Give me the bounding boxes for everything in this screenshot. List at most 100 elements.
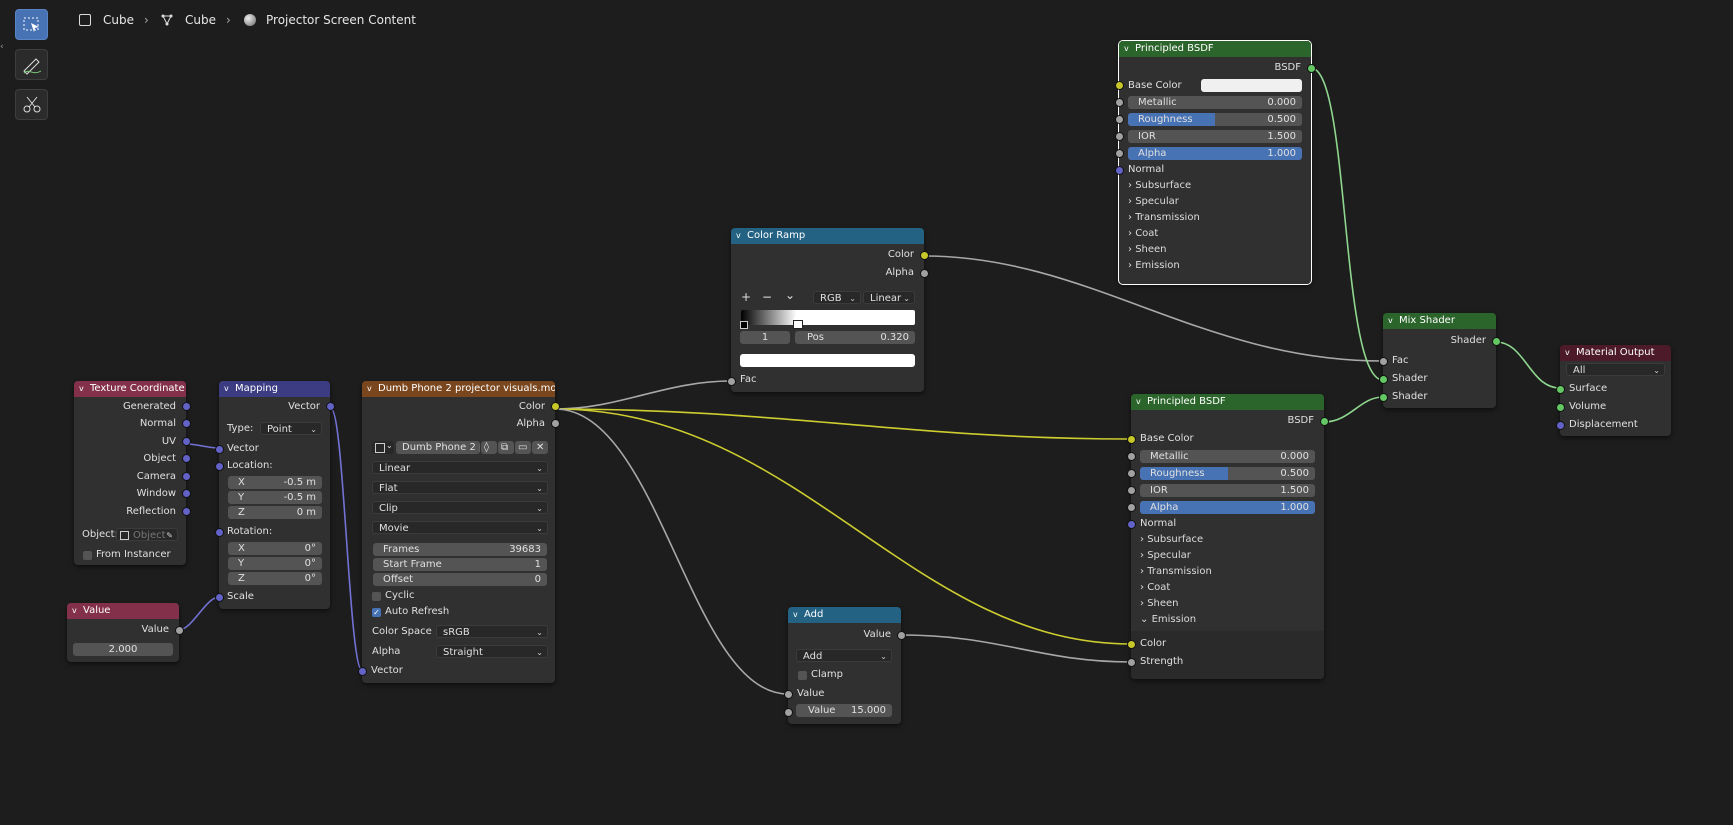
- texture-coordinate-node[interactable]: v Texture Coordinate Generated Normal UV …: [74, 381, 191, 565]
- ior-field[interactable]: IOR 1.500: [1140, 484, 1315, 497]
- output-socket[interactable]: [1492, 337, 1501, 346]
- panel-emission[interactable]: ⌄ Emission: [1140, 614, 1196, 625]
- output-socket[interactable]: [920, 269, 929, 278]
- output-socket[interactable]: [182, 402, 191, 411]
- chevron-down-icon[interactable]: v: [793, 607, 798, 623]
- chevron-down-icon[interactable]: v: [1136, 394, 1141, 410]
- breadcrumb-object[interactable]: Cube: [103, 13, 134, 27]
- panel-sheen[interactable]: › Sheen: [1128, 244, 1167, 255]
- color-space-dropdown[interactable]: sRGB ⌄: [436, 625, 548, 638]
- source-dropdown[interactable]: Movie ⌄: [372, 521, 548, 534]
- extension-dropdown[interactable]: Clip ⌄: [372, 501, 548, 514]
- location-y-field[interactable]: Y -0.5 m: [228, 491, 322, 504]
- node-header[interactable]: v Mix Shader: [1383, 313, 1496, 329]
- location-z-field[interactable]: Z 0 m: [228, 506, 322, 519]
- rotation-y-field[interactable]: Y 0°: [228, 557, 322, 570]
- roughness-field[interactable]: Roughness 0.500: [1128, 113, 1302, 126]
- material-output-node[interactable]: v Material Output All ⌄ Surface Volume Dis…: [1556, 345, 1671, 436]
- input-socket[interactable]: [1127, 520, 1136, 529]
- output-socket[interactable]: [175, 626, 184, 635]
- image-name-field[interactable]: Dumb Phone 2 p...: [396, 441, 480, 454]
- ior-field[interactable]: IOR 1.500: [1128, 130, 1302, 143]
- clamp-checkbox[interactable]: [798, 671, 807, 680]
- input-socket[interactable]: [358, 667, 367, 676]
- node-header[interactable]: v Value: [67, 603, 179, 619]
- input-socket[interactable]: [1127, 452, 1136, 461]
- alpha-field[interactable]: Alpha 1.000: [1140, 501, 1315, 514]
- ramp-menu-button[interactable]: ⌄: [785, 288, 795, 302]
- rotation-x-field[interactable]: X 0°: [228, 542, 322, 555]
- color-ramp-node[interactable]: v Color Ramp Color Alpha + − ⌄ RGB ⌄ Linea…: [727, 228, 929, 392]
- offset-field[interactable]: Offset 0: [373, 573, 547, 586]
- chevron-down-icon[interactable]: v: [736, 228, 741, 244]
- fake-user-button[interactable]: ◊: [481, 441, 497, 454]
- output-socket[interactable]: [920, 251, 929, 260]
- chevron-down-icon[interactable]: v: [72, 603, 77, 619]
- color-mode-dropdown[interactable]: RGB ⌄: [813, 291, 861, 304]
- input-socket[interactable]: [1127, 435, 1136, 444]
- panel-specular[interactable]: › Specular: [1140, 550, 1191, 561]
- roughness-field[interactable]: Roughness 0.500: [1140, 467, 1315, 480]
- operation-dropdown[interactable]: Add ⌄: [796, 649, 892, 662]
- ramp-stop-active-handle[interactable]: [793, 320, 803, 329]
- input-socket[interactable]: [215, 445, 224, 454]
- output-socket[interactable]: [182, 454, 191, 463]
- input-socket[interactable]: [1115, 132, 1124, 141]
- eyedropper-icon[interactable]: ✎: [166, 529, 173, 542]
- alpha-mode-dropdown[interactable]: Straight ⌄: [436, 645, 548, 658]
- value-field[interactable]: Value 15.000: [796, 704, 892, 717]
- breadcrumb-mesh[interactable]: Cube: [185, 13, 216, 27]
- projection-dropdown[interactable]: Flat ⌄: [372, 481, 548, 494]
- open-file-button[interactable]: ▭: [515, 441, 531, 454]
- position-field[interactable]: Pos 0.320: [795, 331, 915, 344]
- location-x-field[interactable]: X -0.5 m: [228, 476, 322, 489]
- value-node[interactable]: v Value Value 2.000: [67, 603, 184, 662]
- duplicate-button[interactable]: ⧉: [498, 441, 514, 454]
- annotate-tool[interactable]: [15, 49, 48, 80]
- input-socket[interactable]: [1127, 469, 1136, 478]
- cut-links-tool[interactable]: [15, 89, 48, 120]
- node-header[interactable]: v Dumb Phone 2 projector visuals.mov: [362, 381, 555, 397]
- input-socket[interactable]: [1379, 375, 1388, 384]
- color-ramp-gradient[interactable]: [741, 310, 915, 325]
- image-texture-node[interactable]: v Dumb Phone 2 projector visuals.mov Colo…: [358, 381, 560, 683]
- panel-coat[interactable]: › Coat: [1140, 582, 1170, 593]
- image-browse-button[interactable]: ⌄: [372, 441, 394, 454]
- panel-specular[interactable]: › Specular: [1128, 196, 1179, 207]
- node-header[interactable]: v Material Output: [1560, 345, 1671, 361]
- add-stop-button[interactable]: +: [741, 290, 751, 304]
- output-socket[interactable]: [182, 472, 191, 481]
- input-socket[interactable]: [1379, 393, 1388, 402]
- panel-transmission[interactable]: › Transmission: [1140, 566, 1212, 577]
- frames-field[interactable]: Frames 39683: [373, 543, 547, 556]
- interpolation-dropdown[interactable]: Linear ⌄: [863, 291, 915, 304]
- node-header[interactable]: v Principled BSDF: [1131, 394, 1324, 410]
- principled-bsdf-node-bottom[interactable]: v Principled BSDF BSDF Base Color Metalli…: [1127, 394, 1329, 679]
- input-socket[interactable]: [215, 528, 224, 537]
- input-socket[interactable]: [784, 708, 793, 717]
- node-header[interactable]: v Add: [788, 607, 901, 623]
- input-socket[interactable]: [1127, 640, 1136, 649]
- object-picker[interactable]: Object ✎: [116, 528, 178, 541]
- base-color-swatch[interactable]: [1201, 79, 1302, 92]
- stop-color-swatch[interactable]: [740, 354, 915, 367]
- input-socket[interactable]: [784, 690, 793, 699]
- input-socket[interactable]: [1556, 385, 1565, 394]
- panel-transmission[interactable]: › Transmission: [1128, 212, 1200, 223]
- output-socket[interactable]: [1307, 64, 1316, 73]
- input-socket[interactable]: [1115, 115, 1124, 124]
- rotation-z-field[interactable]: Z 0°: [228, 572, 322, 585]
- chevron-down-icon[interactable]: v: [1124, 41, 1129, 57]
- type-dropdown[interactable]: Point ⌄: [260, 422, 322, 435]
- output-socket[interactable]: [182, 437, 191, 446]
- metallic-field[interactable]: Metallic 0.000: [1128, 96, 1302, 109]
- alpha-field[interactable]: Alpha 1.000: [1128, 147, 1302, 160]
- input-socket[interactable]: [1115, 98, 1124, 107]
- input-socket[interactable]: [727, 377, 736, 386]
- chevron-down-icon[interactable]: v: [224, 381, 229, 397]
- input-socket[interactable]: [1127, 486, 1136, 495]
- interpolation-dropdown[interactable]: Linear ⌄: [372, 461, 548, 474]
- panel-subsurface[interactable]: › Subsurface: [1140, 534, 1203, 545]
- start-frame-field[interactable]: Start Frame 1: [373, 558, 547, 571]
- chevron-down-icon[interactable]: v: [1565, 345, 1570, 361]
